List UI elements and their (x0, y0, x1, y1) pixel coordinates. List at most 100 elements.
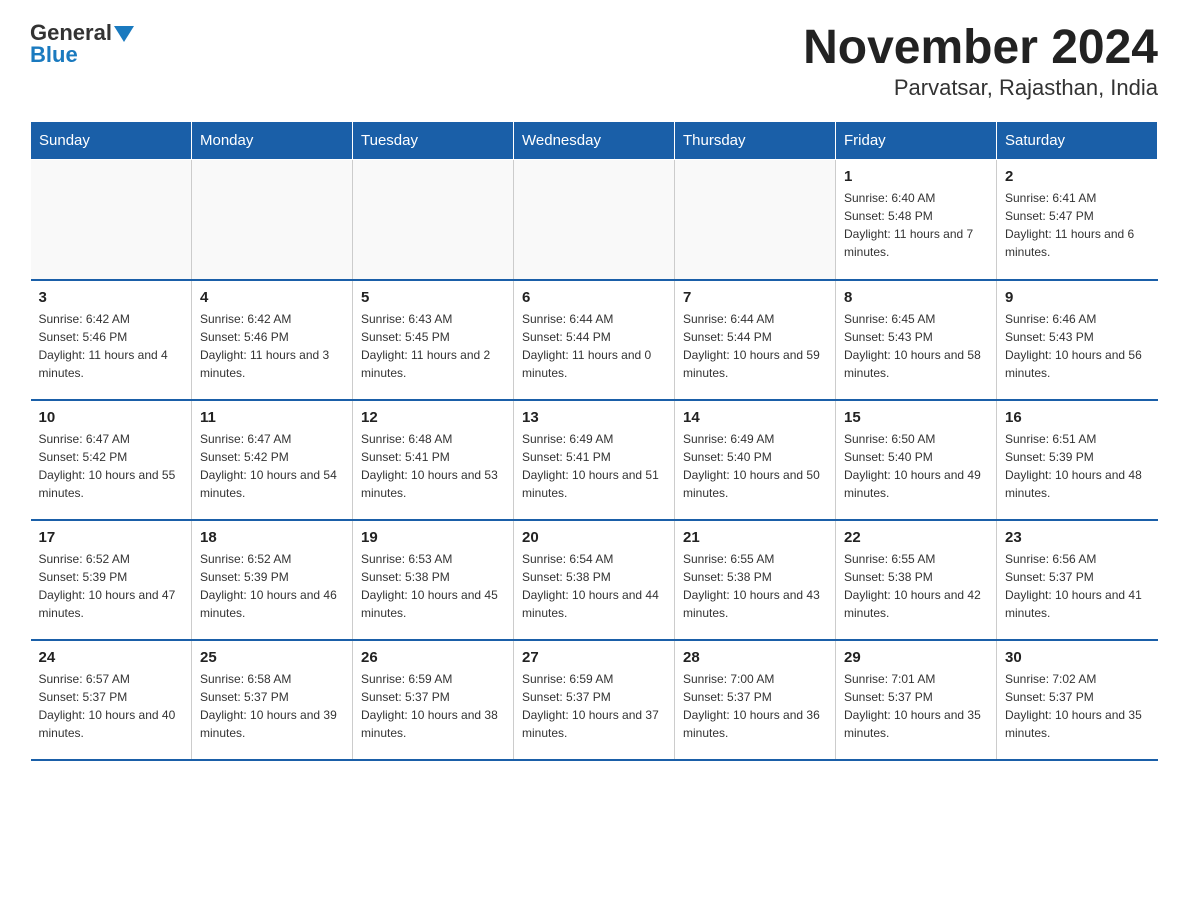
day-number: 28 (683, 649, 827, 666)
day-number: 4 (200, 289, 344, 306)
day-number: 25 (200, 649, 344, 666)
day-number: 18 (200, 529, 344, 546)
day-number: 6 (522, 289, 666, 306)
calendar-cell: 5 Sunrise: 6:43 AM Sunset: 5:45 PM Daylig… (353, 280, 514, 400)
day-info: Sunrise: 6:44 AM Sunset: 5:44 PM Dayligh… (522, 310, 666, 382)
calendar-cell: 2 Sunrise: 6:41 AM Sunset: 5:47 PM Daylig… (997, 160, 1158, 280)
day-info: Sunrise: 6:46 AM Sunset: 5:43 PM Dayligh… (1005, 310, 1150, 382)
day-number: 24 (39, 649, 184, 666)
day-info: Sunrise: 6:58 AM Sunset: 5:37 PM Dayligh… (200, 670, 344, 742)
page-header: General Blue November 2024 Parvatsar, Ra… (30, 20, 1158, 101)
calendar-cell (31, 160, 192, 280)
calendar-cell: 7 Sunrise: 6:44 AM Sunset: 5:44 PM Daylig… (675, 280, 836, 400)
calendar-cell: 25 Sunrise: 6:58 AM Sunset: 5:37 PM Dayli… (192, 640, 353, 760)
day-number: 21 (683, 529, 827, 546)
day-info: Sunrise: 6:41 AM Sunset: 5:47 PM Dayligh… (1005, 189, 1150, 261)
day-number: 14 (683, 409, 827, 426)
logo-blue: Blue (30, 42, 78, 68)
day-number: 3 (39, 289, 184, 306)
day-info: Sunrise: 7:00 AM Sunset: 5:37 PM Dayligh… (683, 670, 827, 742)
calendar-table: Sunday Monday Tuesday Wednesday Thursday… (30, 121, 1158, 761)
day-info: Sunrise: 6:48 AM Sunset: 5:41 PM Dayligh… (361, 430, 505, 502)
day-number: 5 (361, 289, 505, 306)
day-number: 2 (1005, 168, 1150, 185)
col-wednesday: Wednesday (514, 122, 675, 160)
day-number: 10 (39, 409, 184, 426)
calendar-cell: 30 Sunrise: 7:02 AM Sunset: 5:37 PM Dayli… (997, 640, 1158, 760)
calendar-cell: 24 Sunrise: 6:57 AM Sunset: 5:37 PM Dayli… (31, 640, 192, 760)
col-friday: Friday (836, 122, 997, 160)
logo: General Blue (30, 20, 134, 68)
calendar-cell (353, 160, 514, 280)
calendar-cell: 10 Sunrise: 6:47 AM Sunset: 5:42 PM Dayli… (31, 400, 192, 520)
day-info: Sunrise: 6:42 AM Sunset: 5:46 PM Dayligh… (200, 310, 344, 382)
day-info: Sunrise: 6:44 AM Sunset: 5:44 PM Dayligh… (683, 310, 827, 382)
day-number: 1 (844, 168, 988, 185)
calendar-cell: 29 Sunrise: 7:01 AM Sunset: 5:37 PM Dayli… (836, 640, 997, 760)
day-number: 26 (361, 649, 505, 666)
day-info: Sunrise: 6:47 AM Sunset: 5:42 PM Dayligh… (200, 430, 344, 502)
calendar-cell (514, 160, 675, 280)
day-info: Sunrise: 6:54 AM Sunset: 5:38 PM Dayligh… (522, 550, 666, 622)
day-number: 30 (1005, 649, 1150, 666)
day-number: 27 (522, 649, 666, 666)
day-info: Sunrise: 6:43 AM Sunset: 5:45 PM Dayligh… (361, 310, 505, 382)
calendar-week-row: 1Sunrise: 6:40 AM Sunset: 5:48 PM Daylig… (31, 160, 1158, 280)
day-number: 11 (200, 409, 344, 426)
day-info: Sunrise: 6:51 AM Sunset: 5:39 PM Dayligh… (1005, 430, 1150, 502)
day-info: Sunrise: 6:52 AM Sunset: 5:39 PM Dayligh… (39, 550, 184, 622)
day-info: Sunrise: 6:49 AM Sunset: 5:40 PM Dayligh… (683, 430, 827, 502)
calendar-cell: 12 Sunrise: 6:48 AM Sunset: 5:41 PM Dayli… (353, 400, 514, 520)
calendar-cell: 3 Sunrise: 6:42 AM Sunset: 5:46 PM Daylig… (31, 280, 192, 400)
day-info: Sunrise: 6:52 AM Sunset: 5:39 PM Dayligh… (200, 550, 344, 622)
col-monday: Monday (192, 122, 353, 160)
day-number: 13 (522, 409, 666, 426)
calendar-cell: 28 Sunrise: 7:00 AM Sunset: 5:37 PM Dayli… (675, 640, 836, 760)
day-number: 12 (361, 409, 505, 426)
calendar-cell: 11 Sunrise: 6:47 AM Sunset: 5:42 PM Dayli… (192, 400, 353, 520)
calendar-cell: 18 Sunrise: 6:52 AM Sunset: 5:39 PM Dayli… (192, 520, 353, 640)
page-subtitle: Parvatsar, Rajasthan, India (803, 75, 1158, 101)
calendar-cell: 22Sunrise: 6:55 AM Sunset: 5:38 PM Dayli… (836, 520, 997, 640)
day-info: Sunrise: 6:57 AM Sunset: 5:37 PM Dayligh… (39, 670, 184, 742)
calendar-cell: 4 Sunrise: 6:42 AM Sunset: 5:46 PM Daylig… (192, 280, 353, 400)
calendar-cell: 15 Sunrise: 6:50 AM Sunset: 5:40 PM Dayli… (836, 400, 997, 520)
calendar-cell: 14 Sunrise: 6:49 AM Sunset: 5:40 PM Dayli… (675, 400, 836, 520)
col-sunday: Sunday (31, 122, 192, 160)
calendar-cell: 17 Sunrise: 6:52 AM Sunset: 5:39 PM Dayli… (31, 520, 192, 640)
day-number: 23 (1005, 529, 1150, 546)
day-number: 17 (39, 529, 184, 546)
calendar-cell: 23 Sunrise: 6:56 AM Sunset: 5:37 PM Dayli… (997, 520, 1158, 640)
day-number: 9 (1005, 289, 1150, 306)
col-saturday: Saturday (997, 122, 1158, 160)
day-info: Sunrise: 7:01 AM Sunset: 5:37 PM Dayligh… (844, 670, 988, 742)
day-info: Sunrise: 6:42 AM Sunset: 5:46 PM Dayligh… (39, 310, 184, 382)
page-title: November 2024 (803, 20, 1158, 75)
calendar-cell: 6 Sunrise: 6:44 AM Sunset: 5:44 PM Daylig… (514, 280, 675, 400)
day-number: 22 (844, 529, 988, 546)
day-number: 29 (844, 649, 988, 666)
calendar-cell: 19 Sunrise: 6:53 AM Sunset: 5:38 PM Dayli… (353, 520, 514, 640)
calendar-week-row: 10 Sunrise: 6:47 AM Sunset: 5:42 PM Dayli… (31, 400, 1158, 520)
calendar-cell (675, 160, 836, 280)
day-info: Sunrise: 6:55 AM Sunset: 5:38 PM Dayligh… (683, 550, 827, 622)
day-number: 7 (683, 289, 827, 306)
calendar-week-row: 17 Sunrise: 6:52 AM Sunset: 5:39 PM Dayli… (31, 520, 1158, 640)
calendar-header-row: Sunday Monday Tuesday Wednesday Thursday… (31, 122, 1158, 160)
day-info: Sunrise: 6:47 AM Sunset: 5:42 PM Dayligh… (39, 430, 184, 502)
calendar-cell: 16Sunrise: 6:51 AM Sunset: 5:39 PM Dayli… (997, 400, 1158, 520)
day-info: Sunrise: 6:49 AM Sunset: 5:41 PM Dayligh… (522, 430, 666, 502)
calendar-week-row: 24 Sunrise: 6:57 AM Sunset: 5:37 PM Dayli… (31, 640, 1158, 760)
day-info: Sunrise: 7:02 AM Sunset: 5:37 PM Dayligh… (1005, 670, 1150, 742)
col-thursday: Thursday (675, 122, 836, 160)
calendar-cell: 1Sunrise: 6:40 AM Sunset: 5:48 PM Daylig… (836, 160, 997, 280)
calendar-cell: 20Sunrise: 6:54 AM Sunset: 5:38 PM Dayli… (514, 520, 675, 640)
calendar-cell (192, 160, 353, 280)
day-info: Sunrise: 6:56 AM Sunset: 5:37 PM Dayligh… (1005, 550, 1150, 622)
day-info: Sunrise: 6:53 AM Sunset: 5:38 PM Dayligh… (361, 550, 505, 622)
day-number: 15 (844, 409, 988, 426)
day-number: 8 (844, 289, 988, 306)
day-info: Sunrise: 6:50 AM Sunset: 5:40 PM Dayligh… (844, 430, 988, 502)
day-number: 19 (361, 529, 505, 546)
calendar-cell: 27Sunrise: 6:59 AM Sunset: 5:37 PM Dayli… (514, 640, 675, 760)
